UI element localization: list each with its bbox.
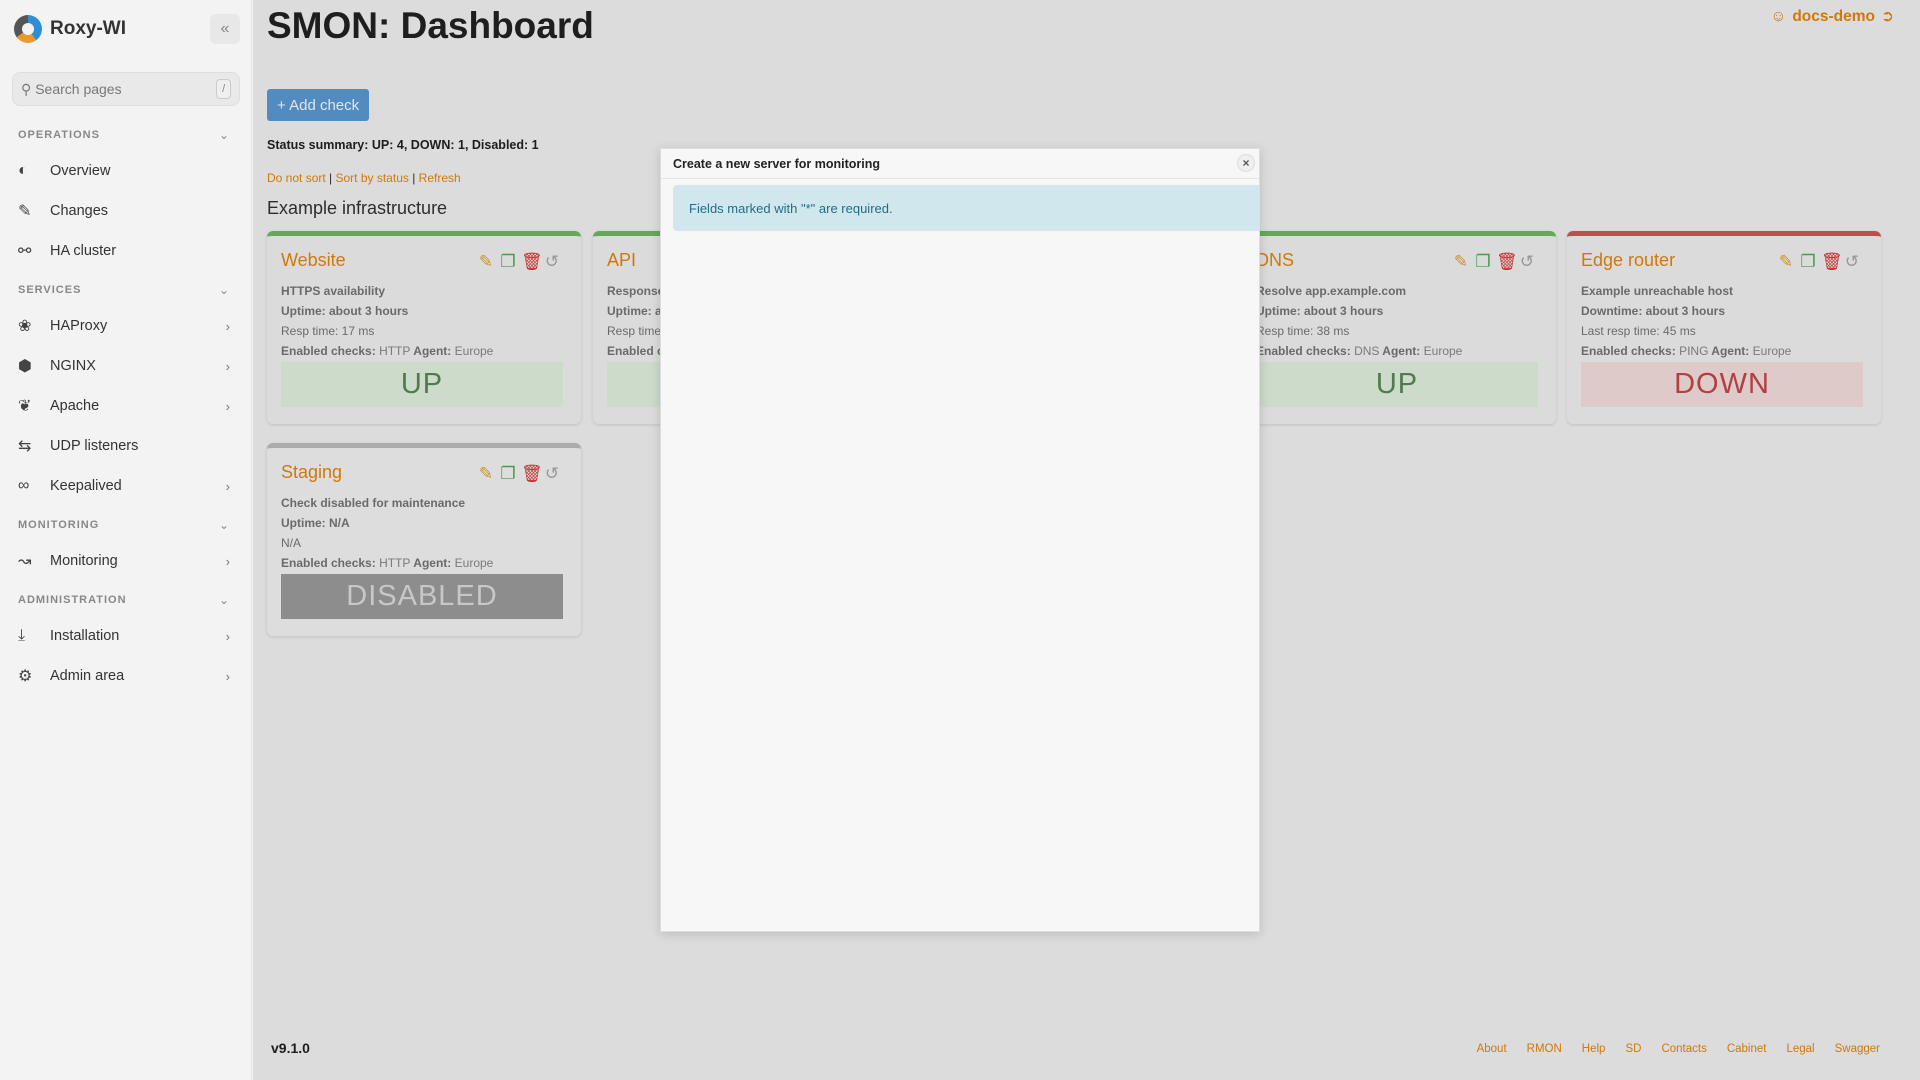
sidebar-item-admin-area[interactable]: ⚙ Admin area › (18, 661, 230, 691)
sidebar-item-label: HA cluster (50, 243, 117, 259)
chevron-right-icon: › (225, 318, 230, 334)
section-monitoring[interactable]: MONITORING ⌄ (18, 518, 230, 532)
nginx-icon: ⬢ (18, 358, 32, 375)
gear-icon: ⚙ (18, 668, 33, 685)
close-icon[interactable]: × (1237, 154, 1255, 172)
sidebar-item-monitoring[interactable]: ↝ Monitoring › (18, 546, 230, 576)
chevron-right-icon: › (225, 478, 230, 494)
infinity-icon: ∞ (18, 477, 30, 494)
dialog-header: Create a new server for monitoring × (661, 149, 1259, 179)
sidebar-item-label: Installation (50, 628, 120, 644)
sidebar-item-label: NGINX (50, 358, 96, 374)
chevron-down-icon: ⌄ (218, 128, 230, 142)
chevron-down-icon: ⌄ (218, 518, 230, 532)
sidebar-item-label: UDP listeners (50, 438, 139, 454)
section-label: MONITORING (18, 519, 100, 531)
search-icon: ⚲ (21, 80, 32, 97)
collapse-sidebar-button[interactable]: « (210, 14, 240, 44)
sidebar-item-nginx[interactable]: ⬢ NGINX › (18, 351, 230, 381)
dialog-title: Create a new server for monitoring (673, 156, 881, 171)
brand[interactable]: Roxy-WI (14, 14, 126, 44)
sidebar-item-installation[interactable]: ⤓ Installation › (18, 621, 230, 651)
sidebar-item-label: Changes (50, 203, 109, 219)
chevron-right-icon: › (225, 358, 230, 374)
sidebar-item-apache[interactable]: ❦ Apache › (18, 391, 230, 421)
roxy-logo-icon (14, 15, 42, 43)
section-label: SERVICES (18, 284, 82, 296)
chevron-down-icon: ⌄ (218, 283, 230, 297)
sidebar-item-keepalived[interactable]: ∞ Keepalived › (18, 471, 230, 501)
sidebar-item-label: HAProxy (50, 318, 108, 334)
search-input[interactable] (35, 81, 217, 97)
haproxy-icon: ❀ (18, 318, 32, 335)
chevron-right-icon: › (225, 668, 230, 684)
brand-name: Roxy-WI (50, 18, 126, 39)
required-notice: Fields marked with "*" are required. (673, 185, 1259, 231)
sidebar-item-udp-listeners[interactable]: ⇆ UDP listeners (18, 431, 230, 461)
chevron-right-icon: › (225, 398, 230, 414)
sidebar-item-changes[interactable]: ✎ Changes (18, 196, 230, 226)
edit-icon: ✎ (18, 203, 32, 220)
cluster-icon: ⚯ (18, 243, 32, 260)
sidebar: Roxy-WI « ⚲ / OPERATIONS ⌄ ◐ Overview ✎ … (0, 0, 252, 1080)
sidebar-item-label: Admin area (50, 668, 125, 684)
field-row-name (688, 387, 1248, 417)
chart-line-icon: ↝ (18, 553, 32, 570)
section-label: ADMINISTRATION (18, 594, 127, 606)
section-administration[interactable]: ADMINISTRATION ⌄ (18, 593, 230, 607)
download-icon: ⤓ (18, 627, 26, 644)
chevron-right-icon: › (225, 553, 230, 569)
section-label: OPERATIONS (18, 129, 100, 141)
chevron-down-icon: ⌄ (218, 593, 230, 607)
section-operations[interactable]: OPERATIONS ⌄ (18, 128, 230, 142)
sidebar-item-label: Overview (50, 163, 111, 179)
shuffle-icon: ⇆ (18, 438, 32, 455)
search-shortcut-key: / (216, 79, 231, 99)
feather-icon: ❦ (18, 398, 32, 415)
chevron-right-icon: › (225, 628, 230, 644)
section-services[interactable]: SERVICES ⌄ (18, 283, 230, 297)
sidebar-item-label: Apache (50, 398, 100, 414)
create-monitor-dialog: Create a new server for monitoring × Fie… (660, 148, 1260, 932)
sidebar-item-haproxy[interactable]: ❀ HAProxy › (18, 311, 230, 341)
overview-icon: ◐ (18, 162, 28, 179)
sidebar-item-label: Keepalived (50, 478, 122, 494)
sidebar-item-ha-cluster[interactable]: ⚯ HA cluster (18, 236, 230, 266)
search-box[interactable]: ⚲ / (12, 72, 240, 106)
sidebar-item-label: Monitoring (50, 553, 118, 569)
sidebar-item-overview[interactable]: ◐ Overview (18, 156, 230, 186)
